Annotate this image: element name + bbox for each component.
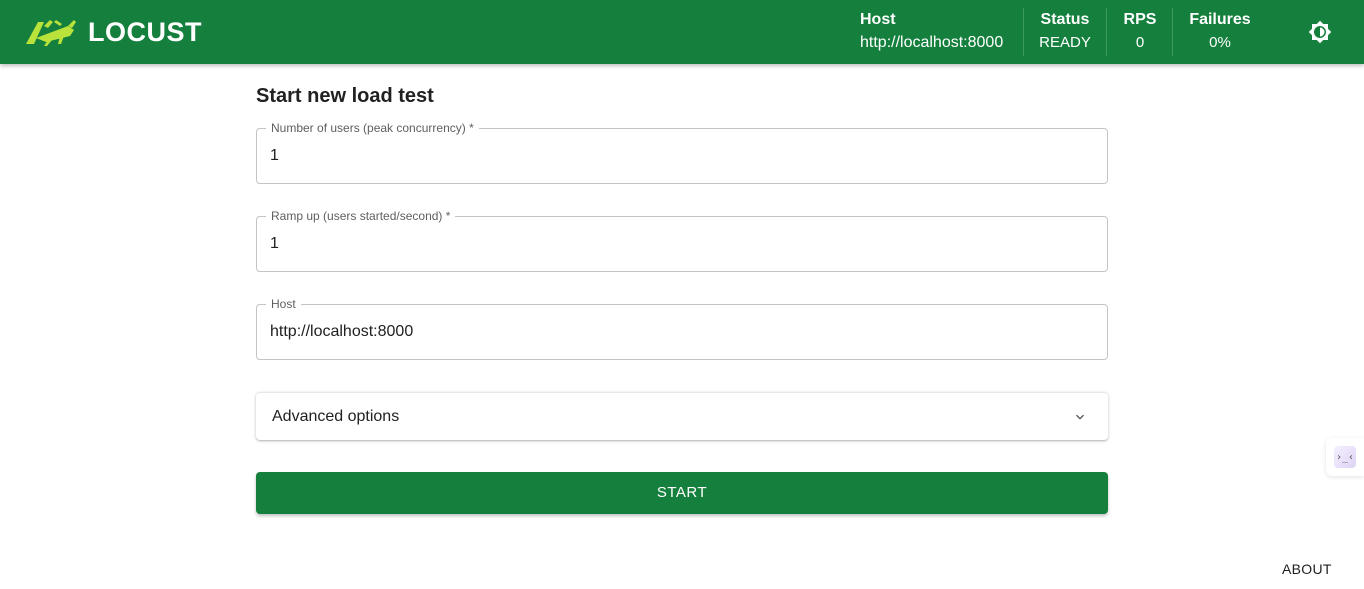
locust-logo[interactable]: LOCUST	[24, 16, 202, 48]
page-title: Start new load test	[256, 85, 434, 107]
brightness-icon	[1308, 20, 1332, 44]
side-widget-button[interactable]: ›_‹	[1326, 438, 1364, 476]
users-field: Number of users (peak concurrency) *	[256, 121, 1108, 184]
grasshopper-icon	[26, 20, 76, 46]
host-stat: Host http://localhost:8000	[860, 0, 1008, 64]
header-divider	[1023, 8, 1024, 56]
app-name: LOCUST	[88, 17, 202, 47]
status-stat: Status READY	[1032, 0, 1098, 64]
advanced-options-label: Advanced options	[272, 408, 400, 425]
rps-label: RPS	[1123, 11, 1157, 28]
ramp-up-input[interactable]	[270, 217, 1090, 271]
theme-toggle-button[interactable]	[1306, 18, 1334, 46]
host-field: Host	[256, 297, 1108, 360]
about-link[interactable]: ABOUT	[1282, 561, 1332, 577]
header-divider	[1172, 8, 1173, 56]
rps-stat: RPS 0	[1114, 0, 1166, 64]
header-divider	[1106, 8, 1107, 56]
advanced-options-accordion[interactable]: Advanced options	[256, 392, 1108, 440]
widget-icon: ›_‹	[1334, 446, 1356, 468]
failures-value: 0%	[1209, 34, 1231, 51]
failures-label: Failures	[1189, 11, 1251, 28]
status-label: Status	[1040, 11, 1090, 28]
start-button[interactable]: START	[256, 472, 1108, 514]
app-bar: LOCUST Host http://localhost:8000 Status…	[0, 0, 1364, 64]
host-input[interactable]	[270, 305, 1090, 359]
ramp-up-field: Ramp up (users started/second) *	[256, 209, 1108, 272]
host-label: Host	[860, 11, 896, 28]
chevron-down-icon	[1076, 414, 1084, 420]
rps-value: 0	[1135, 34, 1145, 51]
failures-stat: Failures 0%	[1180, 0, 1260, 64]
status-value: READY	[1039, 34, 1091, 51]
users-input[interactable]	[270, 129, 1090, 183]
host-value: http://localhost:8000	[860, 34, 1004, 51]
